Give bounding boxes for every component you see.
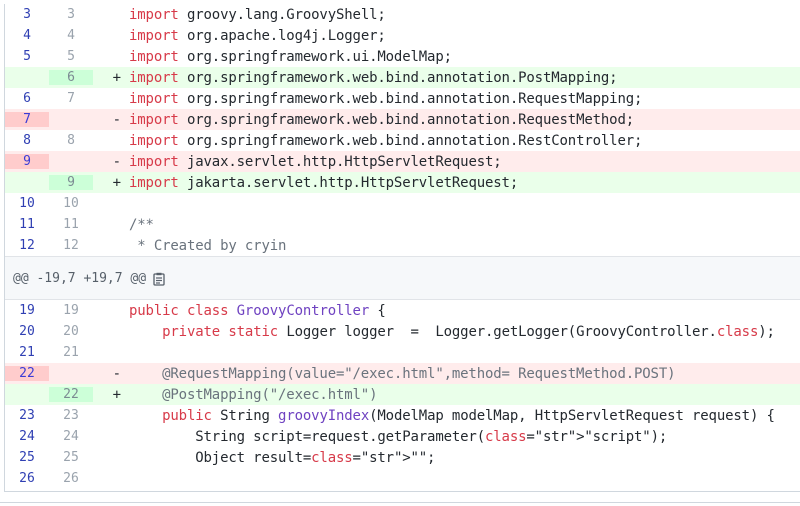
old-line-number[interactable]: 6	[5, 91, 49, 106]
added-line: 22 + @PostMapping("/exec.html")	[5, 384, 800, 405]
new-line-number[interactable]: 8	[49, 133, 93, 148]
deleted-line: 7 - import org.springframework.web.bind.an…	[5, 109, 800, 130]
code-text: private static Logger logger = Logger.ge…	[162, 323, 775, 340]
old-line-number[interactable]: 5	[5, 49, 49, 64]
old-line-number[interactable]: 11	[5, 217, 49, 232]
old-line-number[interactable]: 10	[5, 196, 49, 211]
deleted-line: 22 - @RequestMapping(value="/exec.html",m…	[5, 363, 800, 384]
new-line-number[interactable]: 22	[49, 387, 93, 402]
diff-marker: -	[112, 365, 121, 382]
code-text: import org.springframework.web.bind.anno…	[129, 69, 618, 86]
new-line-number[interactable]: 9	[49, 175, 93, 190]
context-line: 3 3 import groovy.lang.GroovyShell;	[5, 4, 800, 25]
context-line: 19 19 public class GroovyController {	[5, 300, 800, 321]
context-line: 23 23 public String groovyIndex(ModelMap …	[5, 405, 800, 426]
code-text: import org.apache.log4j.Logger;	[129, 27, 386, 44]
diff-marker: +	[112, 69, 121, 86]
code-text: import groovy.lang.GroovyShell;	[129, 6, 386, 23]
context-line: 8 8 import org.springframework.web.bind.an…	[5, 130, 800, 151]
diff-marker: -	[112, 153, 121, 170]
old-line-number[interactable]: 21	[5, 345, 49, 360]
context-line: 5 5 import org.springframework.ui.ModelMap…	[5, 46, 800, 67]
code-text: @RequestMapping(value="/exec.html",metho…	[129, 365, 676, 382]
code-text: /**	[129, 216, 154, 233]
divider	[0, 502, 800, 503]
new-line-number[interactable]: 20	[49, 324, 93, 339]
new-line-number[interactable]: 21	[49, 345, 93, 360]
old-line-number[interactable]: 12	[5, 238, 49, 253]
old-line-number[interactable]: 20	[5, 324, 49, 339]
old-line-number[interactable]: 26	[5, 471, 49, 486]
diff-marker: +	[112, 174, 121, 191]
code-text: public String groovyIndex(ModelMap model…	[162, 407, 775, 424]
code-text: import org.springframework.web.bind.anno…	[129, 90, 643, 107]
new-line-number[interactable]: 4	[49, 28, 93, 43]
diff-hunk-2: 19 19 public class GroovyController { 20 20 …	[5, 300, 800, 489]
context-line: 25 25 Object result=class="str">"";	[5, 447, 800, 468]
diff-marker: +	[112, 386, 121, 403]
clipboard-icon[interactable]	[152, 271, 166, 286]
new-line-number[interactable]: 3	[49, 7, 93, 22]
new-line-number[interactable]: 24	[49, 429, 93, 444]
code-text: Object result=class="str">"";	[129, 449, 436, 466]
old-line-number[interactable]: 4	[5, 28, 49, 43]
new-line-number[interactable]: 11	[49, 217, 93, 232]
old-line-number[interactable]: 22	[5, 366, 49, 381]
new-line-number[interactable]: 25	[49, 450, 93, 465]
old-line-number[interactable]: 25	[5, 450, 49, 465]
context-line: 10 10	[5, 193, 800, 214]
old-line-number[interactable]: 8	[5, 133, 49, 148]
new-line-number[interactable]: 5	[49, 49, 93, 64]
new-line-number[interactable]: 6	[49, 70, 93, 85]
old-line-number[interactable]: 24	[5, 429, 49, 444]
context-line: 24 24 String script=request.getParameter(…	[5, 426, 800, 447]
context-line: 21 21	[5, 342, 800, 363]
old-line-number[interactable]: 19	[5, 303, 49, 318]
old-line-number[interactable]: 3	[5, 7, 49, 22]
old-line-number[interactable]: 9	[5, 154, 49, 169]
new-line-number[interactable]: 7	[49, 91, 93, 106]
code-text: import org.springframework.web.bind.anno…	[129, 132, 643, 149]
diff-hunk-1: 3 3 import groovy.lang.GroovyShell; 4 4 impor…	[5, 4, 800, 256]
new-line-number[interactable]: 10	[49, 196, 93, 211]
added-line: 9 + import jakarta.servlet.http.HttpServle…	[5, 172, 800, 193]
hunk-header-text: @@ -19,7 +19,7 @@	[13, 270, 147, 286]
code-text: import org.springframework.web.bind.anno…	[129, 111, 635, 128]
hunk-header[interactable]: @@ -19,7 +19,7 @@	[5, 256, 800, 300]
context-line: 12 12 * Created by cryin	[5, 235, 800, 256]
code-text: import jakarta.servlet.http.HttpServletR…	[129, 174, 519, 191]
context-line: 4 4 import org.apache.log4j.Logger;	[5, 25, 800, 46]
diff-view: 3 3 import groovy.lang.GroovyShell; 4 4 impor…	[4, 4, 800, 492]
context-line: 6 7 import org.springframework.web.bind.an…	[5, 88, 800, 109]
code-text: import javax.servlet.http.HttpServletReq…	[129, 153, 502, 170]
added-line: 6 + import org.springframework.web.bind.an…	[5, 67, 800, 88]
new-line-number[interactable]: 23	[49, 408, 93, 423]
code-text: public class GroovyController {	[129, 302, 386, 319]
diff-marker: -	[112, 111, 121, 128]
code-text: String script=request.getParameter(class…	[129, 428, 668, 445]
code-text: @PostMapping("/exec.html")	[129, 386, 378, 403]
deleted-line: 9 - import javax.servlet.http.HttpServletR…	[5, 151, 800, 172]
old-line-number[interactable]: 7	[5, 112, 49, 127]
new-line-number[interactable]: 12	[49, 238, 93, 253]
context-line: 26 26	[5, 468, 800, 489]
context-line: 11 11 /**	[5, 214, 800, 235]
new-line-number[interactable]: 26	[49, 471, 93, 486]
old-line-number[interactable]: 23	[5, 408, 49, 423]
new-line-number[interactable]: 19	[49, 303, 93, 318]
context-line: 20 20 private static Logger logger = Logg…	[5, 321, 800, 342]
code-text: * Created by cryin	[129, 237, 287, 254]
code-text: import org.springframework.ui.ModelMap;	[129, 48, 452, 65]
